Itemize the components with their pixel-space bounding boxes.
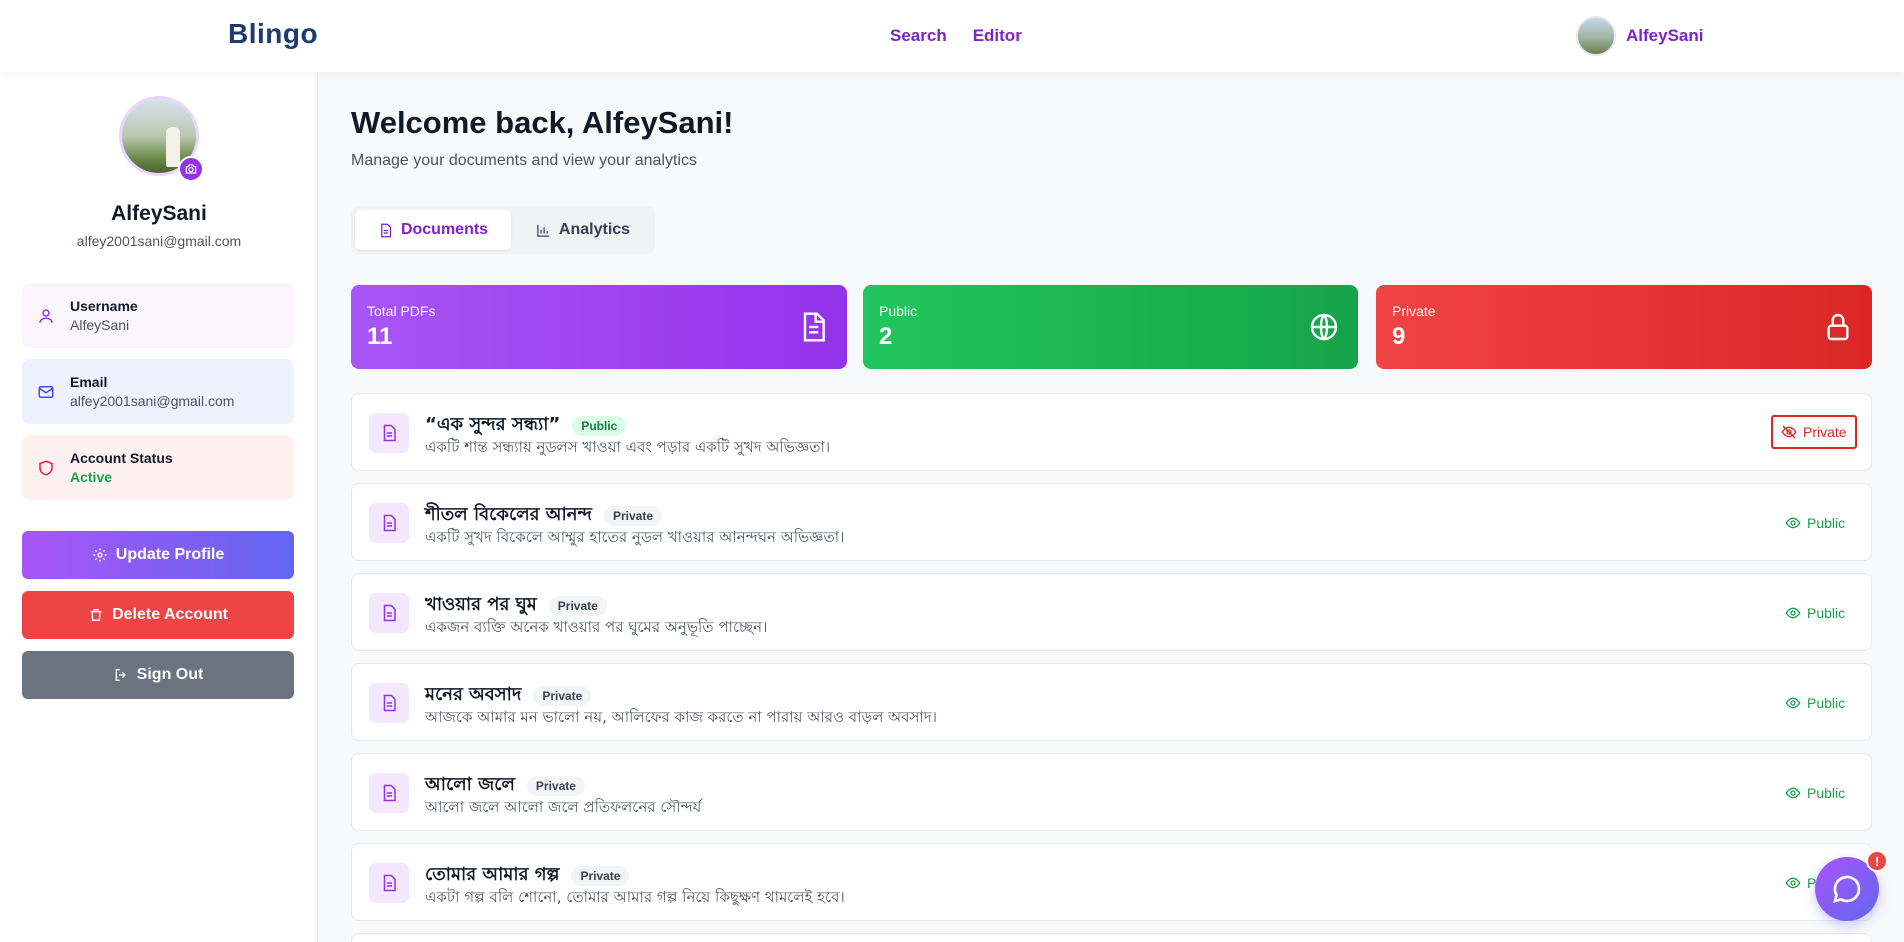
stat-public-value: 2 bbox=[879, 323, 893, 350]
make-public-button[interactable]: Public bbox=[1777, 688, 1853, 718]
page-subtitle: Manage your documents and view your anal… bbox=[351, 152, 697, 169]
document-row-partial[interactable] bbox=[351, 933, 1872, 942]
stat-private-value: 9 bbox=[1392, 323, 1406, 350]
email-card: Email alfey2001sani@gmail.com bbox=[22, 359, 294, 424]
document-row[interactable]: শীতল বিকেলের আনন্দ Private একটি সুখদ বিক… bbox=[351, 483, 1872, 561]
stat-total-value: 11 bbox=[367, 323, 393, 350]
eye-icon bbox=[1785, 787, 1801, 799]
tab-analytics[interactable]: Analytics bbox=[515, 210, 651, 250]
user-name: AlfeySani bbox=[1626, 26, 1704, 45]
update-profile-label: Update Profile bbox=[115, 546, 225, 563]
tab-documents-label: Documents bbox=[400, 221, 489, 238]
nav-editor-link[interactable]: Editor bbox=[973, 26, 1022, 46]
globe-icon bbox=[1310, 313, 1338, 341]
document-icon bbox=[369, 863, 409, 903]
eye-icon bbox=[1785, 697, 1801, 709]
visibility-badge: Private bbox=[571, 865, 630, 886]
document-row[interactable]: মনের অবসাদ Private আজকে আমার মন ভালো নয়… bbox=[351, 663, 1872, 741]
view-tabs: Documents Analytics bbox=[351, 206, 655, 254]
mail-icon bbox=[36, 382, 56, 402]
avatar-figure bbox=[166, 127, 180, 167]
stat-total-label: Total PDFs bbox=[367, 303, 436, 319]
document-icon bbox=[369, 773, 409, 813]
user-menu[interactable]: AlfeySani bbox=[1576, 16, 1703, 56]
document-icon bbox=[369, 503, 409, 543]
account-status-card: Account Status Active bbox=[22, 435, 294, 500]
stat-total-pdfs: Total PDFs 11 bbox=[351, 285, 847, 369]
document-icon bbox=[369, 593, 409, 633]
bar-chart-icon bbox=[537, 224, 550, 237]
camera-icon[interactable] bbox=[178, 156, 204, 182]
eye-icon bbox=[1785, 607, 1801, 619]
profile-sidebar: AlfeySani alfey2001sani@gmail.com Userna… bbox=[0, 72, 318, 942]
status-value: Active bbox=[70, 469, 113, 485]
make-public-label: Public bbox=[1807, 695, 1846, 711]
stat-public: Public 2 bbox=[863, 285, 1358, 369]
document-description: আজকে আমার মন ভালো নয়, আলিফের কাজ করতে ন… bbox=[425, 708, 937, 726]
sign-out-label: Sign Out bbox=[136, 666, 204, 683]
delete-account-label: Delete Account bbox=[112, 606, 228, 623]
shield-icon bbox=[36, 458, 56, 478]
eye-icon bbox=[1785, 877, 1801, 889]
notification-badge: ! bbox=[1866, 850, 1888, 872]
visibility-badge: Public bbox=[572, 415, 627, 436]
document-description: একটি শান্ত সন্ধ্যায় নুডলস খাওয়া এবং পড… bbox=[425, 438, 831, 456]
nav-search-link[interactable]: Search bbox=[890, 26, 947, 46]
trash-icon bbox=[90, 609, 102, 621]
update-profile-button[interactable]: Update Profile bbox=[22, 531, 294, 579]
make-public-button[interactable]: Public bbox=[1777, 508, 1853, 538]
visibility-badge: Private bbox=[548, 595, 607, 616]
brand-logo[interactable]: Blingo bbox=[228, 18, 318, 50]
document-description: একটা গল্প বলি শোনো, তোমার আমার গল্প নিয়… bbox=[425, 888, 845, 906]
visibility-badge: Private bbox=[533, 685, 592, 706]
eye-off-icon bbox=[1781, 425, 1797, 439]
main-nav: Search Editor bbox=[890, 26, 1022, 46]
lock-icon bbox=[1827, 313, 1849, 341]
username-label: Username bbox=[70, 298, 138, 314]
stat-private: Private 9 bbox=[1376, 285, 1872, 369]
tab-analytics-label: Analytics bbox=[558, 221, 631, 238]
email-value: alfey2001sani@gmail.com bbox=[70, 393, 235, 409]
document-icon bbox=[381, 223, 392, 237]
document-row[interactable]: আলো জলে Private আলো জলে আলো জলে প্রতিফলন… bbox=[351, 753, 1872, 831]
document-icon bbox=[369, 683, 409, 723]
email-label: Email bbox=[70, 374, 108, 390]
make-private-button[interactable]: Private bbox=[1771, 415, 1857, 449]
document-row[interactable]: খাওয়ার পর ঘুম Private একজন ব্যক্তি অনেক… bbox=[351, 573, 1872, 651]
make-public-label: Public bbox=[1807, 785, 1846, 801]
document-description: একজন ব্যক্তি অনেক খাওয়ার পর ঘুমের অনুভূ… bbox=[425, 618, 768, 636]
sign-out-icon bbox=[115, 669, 126, 681]
document-row[interactable]: “এক সুন্দর সন্ধ্যা” Public একটি শান্ত সন… bbox=[351, 393, 1872, 471]
page-title: Welcome back, AlfeySani! bbox=[351, 105, 734, 140]
document-row[interactable]: তোমার আমার গল্প Private একটা গল্প বলি শো… bbox=[351, 843, 1872, 921]
tab-documents[interactable]: Documents bbox=[355, 210, 511, 250]
document-description: আলো জলে আলো জলে প্রতিফলনের সৌন্দর্য bbox=[425, 798, 702, 816]
sign-out-button[interactable]: Sign Out bbox=[22, 651, 294, 699]
delete-account-button[interactable]: Delete Account bbox=[22, 591, 294, 639]
visibility-badge: Private bbox=[603, 505, 663, 526]
make-public-button[interactable]: Public bbox=[1777, 778, 1853, 808]
top-navbar: Blingo Search Editor AlfeySani bbox=[0, 0, 1904, 72]
make-public-button[interactable]: Public bbox=[1777, 598, 1853, 628]
make-private-label: Private bbox=[1803, 424, 1847, 440]
username-value: AlfeySani bbox=[70, 317, 130, 333]
avatar bbox=[1576, 16, 1616, 56]
document-icon bbox=[369, 413, 409, 453]
visibility-badge: Private bbox=[526, 775, 585, 796]
document-description: একটি সুখদ বিকেলে আম্মুর হাতের নুডল খাওয়… bbox=[425, 528, 845, 546]
file-text-icon bbox=[803, 312, 825, 342]
profile-name: AlfeySani bbox=[111, 202, 207, 225]
gear-icon bbox=[93, 548, 107, 562]
chat-bubble-icon bbox=[1833, 875, 1861, 903]
make-public-label: Public bbox=[1807, 515, 1846, 531]
stat-private-label: Private bbox=[1392, 303, 1436, 319]
status-label: Account Status bbox=[70, 450, 173, 466]
make-public-label: Public bbox=[1807, 605, 1846, 621]
user-icon bbox=[36, 306, 56, 326]
eye-icon bbox=[1785, 517, 1801, 529]
username-card: Username AlfeySani bbox=[22, 283, 294, 348]
profile-email: alfey2001sani@gmail.com bbox=[76, 233, 242, 249]
stat-public-label: Public bbox=[879, 303, 918, 319]
